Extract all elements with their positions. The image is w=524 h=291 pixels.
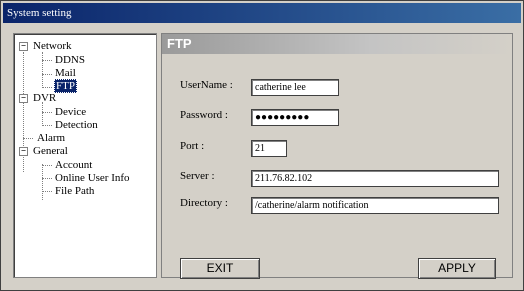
- tree-connector: [42, 112, 52, 113]
- username-input[interactable]: [251, 79, 339, 96]
- tree-connector: [42, 60, 52, 61]
- tree-node-network[interactable]: Network: [32, 40, 73, 52]
- collapse-icon[interactable]: −: [19, 42, 28, 51]
- username-label: UserName :: [180, 79, 233, 91]
- system-setting-window: System setting − Network DDNS Mail FTP −: [0, 0, 524, 291]
- server-label: Server :: [180, 170, 215, 182]
- directory-input[interactable]: [251, 197, 499, 214]
- tree-node-dvr[interactable]: DVR: [32, 92, 57, 104]
- tree-node-file-path[interactable]: File Path: [54, 185, 95, 197]
- tree-node-online-user-info[interactable]: Online User Info: [54, 172, 131, 184]
- settings-tree[interactable]: − Network DDNS Mail FTP − DVR Device Det…: [13, 33, 157, 278]
- tree-node-detection[interactable]: Detection: [54, 119, 99, 131]
- tree-connector: [42, 178, 52, 179]
- tree-node-general[interactable]: General: [32, 145, 69, 157]
- tree-connector: [42, 102, 43, 124]
- tree-connector: [42, 74, 52, 75]
- tree-node-mail[interactable]: Mail: [54, 67, 77, 79]
- tree-node-alarm[interactable]: Alarm: [36, 132, 66, 144]
- ftp-settings-panel: FTP UserName : Password : Port : Server …: [161, 33, 513, 279]
- exit-button[interactable]: EXIT: [180, 258, 260, 279]
- panel-title: FTP: [162, 34, 512, 54]
- password-label: Password :: [180, 109, 228, 121]
- directory-label: Directory :: [180, 197, 228, 209]
- collapse-icon[interactable]: −: [19, 94, 28, 103]
- apply-button[interactable]: APPLY: [418, 258, 496, 279]
- port-input[interactable]: [251, 140, 287, 157]
- tree-node-ftp[interactable]: FTP: [54, 79, 77, 93]
- port-label: Port :: [180, 140, 205, 152]
- tree-node-ddns[interactable]: DDNS: [54, 54, 86, 66]
- tree-node-device[interactable]: Device: [54, 106, 87, 118]
- window-title: System setting: [3, 3, 521, 23]
- tree-connector: [42, 164, 43, 200]
- collapse-icon[interactable]: −: [19, 147, 28, 156]
- tree-connector: [42, 52, 43, 88]
- tree-node-account[interactable]: Account: [54, 159, 93, 171]
- tree-connector: [42, 165, 52, 166]
- tree-connector: [23, 138, 33, 139]
- server-input[interactable]: [251, 170, 499, 187]
- tree-connector: [42, 125, 52, 126]
- password-input[interactable]: [251, 109, 339, 126]
- tree-connector: [42, 87, 52, 88]
- tree-connector: [42, 191, 52, 192]
